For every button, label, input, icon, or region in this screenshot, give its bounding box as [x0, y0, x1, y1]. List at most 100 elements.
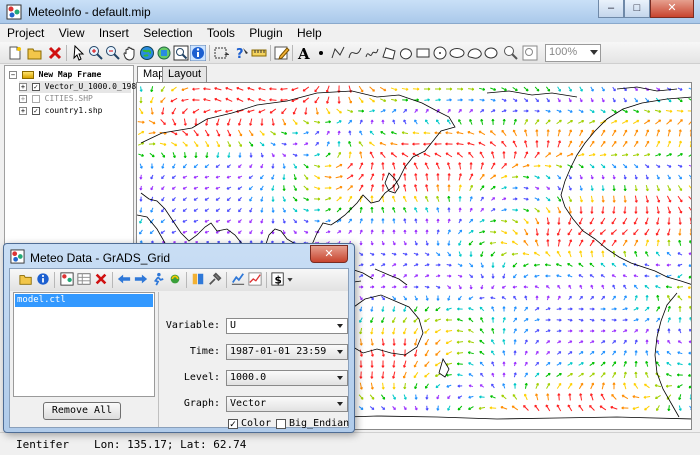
tools-icon[interactable]	[208, 272, 222, 286]
layer-visibility-checkbox[interactable]	[31, 94, 40, 103]
close-button[interactable]: ✕	[650, 0, 694, 18]
chart-icon[interactable]	[231, 272, 245, 286]
circle-icon[interactable]	[432, 45, 448, 61]
layer-name: country1.shp	[44, 106, 103, 115]
info-icon[interactable]	[36, 272, 50, 286]
graph-select[interactable]: Vector	[226, 396, 348, 412]
identify-icon[interactable]	[190, 45, 206, 61]
tab-layout[interactable]: Layout	[162, 66, 208, 82]
list-item[interactable]: model.ctl	[15, 294, 153, 307]
variable-label: Variable:	[165, 320, 220, 331]
coastline-eurasia	[140, 90, 456, 256]
remove-all-button[interactable]: Remove All	[43, 402, 121, 420]
menu-tools[interactable]: Tools	[200, 24, 239, 40]
freehand-icon[interactable]	[364, 45, 380, 61]
ellipse-icon[interactable]	[483, 45, 499, 61]
wind-vector	[578, 404, 584, 412]
meteoinfo-app-icon	[6, 4, 22, 20]
big-endian-checkbox[interactable]	[276, 419, 286, 429]
layer-row-vector[interactable]: + ✓ Vector_U_1000.0_1987-0	[19, 81, 151, 93]
zoom-window-icon[interactable]	[173, 45, 189, 61]
layer-visibility-checkbox[interactable]: ✓	[31, 106, 40, 115]
rectangle-icon[interactable]	[415, 45, 431, 61]
pan-icon[interactable]	[122, 45, 138, 61]
text-icon[interactable]: A	[296, 45, 312, 61]
menu-help[interactable]: Help	[290, 24, 326, 40]
menu-view[interactable]: View	[52, 24, 89, 40]
wind-vector	[302, 86, 310, 92]
help-icon[interactable]: ?	[234, 45, 250, 61]
zoom-level-select[interactable]: 100%	[545, 44, 601, 62]
time-select[interactable]: 1987-01-01 23:59	[226, 344, 348, 360]
layer-visibility-checkbox[interactable]: ✓	[31, 82, 40, 91]
full-extent-icon[interactable]	[139, 45, 155, 61]
line-chart-icon[interactable]	[248, 272, 262, 286]
layer-row-cities[interactable]: + CITIES.SHP	[19, 93, 93, 105]
zoom-icon[interactable]	[503, 45, 519, 61]
level-value: 1000.0	[230, 372, 267, 383]
select-feature-icon[interactable]	[213, 45, 229, 61]
expand-icon[interactable]: +	[19, 82, 27, 91]
table-icon[interactable]	[77, 272, 91, 286]
layer-row-country[interactable]: + ✓ country1.shp	[19, 105, 102, 117]
collapse-icon[interactable]: −	[9, 70, 17, 79]
menu-plugin[interactable]: Plugin	[242, 24, 286, 40]
minimize-button[interactable]: –	[598, 0, 624, 18]
wind-vector	[688, 121, 691, 125]
wind-vector	[688, 185, 691, 189]
curve-polygon-icon[interactable]	[398, 45, 414, 61]
wind-vector-head	[690, 119, 691, 120]
expand-icon[interactable]: +	[19, 94, 27, 103]
polygon-icon[interactable]	[381, 45, 397, 61]
menu-project[interactable]: Project	[0, 24, 48, 40]
remove-icon[interactable]	[94, 272, 108, 286]
data-file-list[interactable]: model.ctl	[13, 292, 155, 397]
wind-vector	[489, 141, 497, 147]
script-icon[interactable]: $	[271, 272, 285, 286]
zoom-icon[interactable]	[522, 45, 538, 61]
level-select[interactable]: 1000.0	[226, 370, 348, 386]
animate-icon[interactable]	[151, 272, 165, 286]
cycle-icon[interactable]	[168, 272, 182, 286]
wind-vector	[347, 185, 353, 191]
point-icon[interactable]	[313, 45, 329, 61]
zoom-in-icon[interactable]	[88, 45, 104, 61]
wind-vector	[534, 151, 540, 159]
meteo-data-icon	[10, 249, 25, 264]
new-project-icon[interactable]	[7, 45, 23, 61]
measure-icon[interactable]	[251, 45, 267, 61]
wind-vector	[600, 229, 606, 235]
chevron-down-icon[interactable]	[286, 272, 294, 286]
edit-icon[interactable]	[274, 45, 290, 61]
wind-vector	[314, 85, 320, 93]
ellipse-icon[interactable]	[449, 45, 465, 61]
arrow-right-icon[interactable]	[134, 272, 148, 286]
select-icon[interactable]	[71, 45, 87, 61]
curve-polygon-icon[interactable]	[466, 45, 482, 61]
arrow-left-icon[interactable]	[117, 272, 131, 286]
curve-icon[interactable]	[347, 45, 363, 61]
maximize-button[interactable]: □	[624, 0, 650, 18]
open-file-icon[interactable]	[19, 272, 33, 286]
menu-selection[interactable]: Selection	[136, 24, 196, 40]
toolbar-separator	[186, 272, 187, 288]
zoom-to-layer-icon[interactable]	[156, 45, 172, 61]
zoom-level-value: 100%	[549, 46, 578, 58]
dialog-close-button[interactable]: ✕	[310, 245, 348, 263]
menu-insert[interactable]: Insert	[92, 24, 133, 40]
wind-vector	[688, 98, 691, 101]
data-icon[interactable]	[60, 272, 74, 286]
color-checkbox[interactable]: ✓	[228, 419, 238, 429]
layer-group-row[interactable]: − New Map Frame	[9, 69, 101, 81]
wind-vector	[479, 174, 485, 180]
expand-icon[interactable]: +	[19, 106, 27, 115]
variable-select[interactable]: U	[226, 318, 348, 334]
zoom-out-icon[interactable]	[105, 45, 121, 61]
time-label: Time:	[189, 346, 220, 357]
color-checkbox-label: Color	[241, 418, 272, 429]
open-icon[interactable]	[27, 45, 43, 61]
legend-icon[interactable]	[191, 272, 205, 286]
polyline-icon[interactable]	[330, 45, 346, 61]
delete-layer-icon[interactable]	[47, 45, 63, 61]
window-controls: – □ ✕	[598, 0, 694, 20]
